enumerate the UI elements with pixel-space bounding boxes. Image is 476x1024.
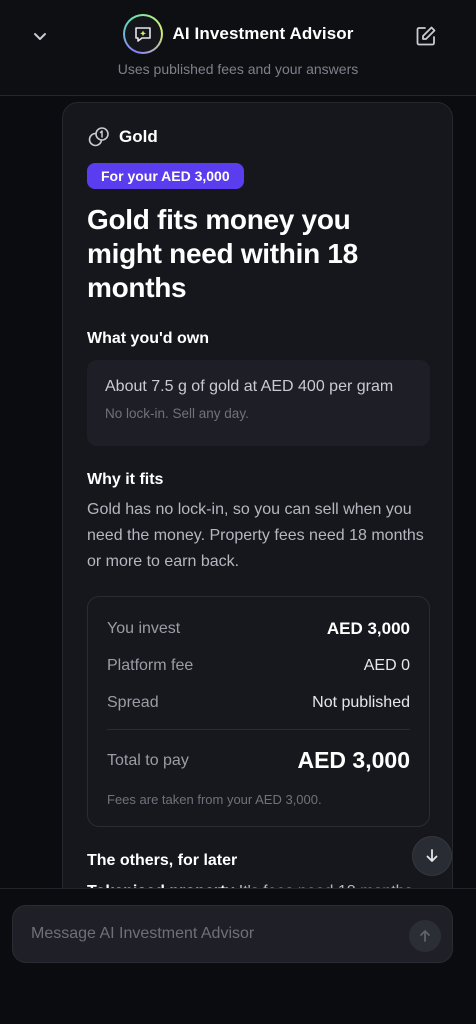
fee-divider [107, 729, 410, 730]
fee-row-invest: You invest AED 3,000 [107, 619, 410, 639]
new-chat-edit-icon[interactable] [412, 22, 440, 50]
asset-tag: Gold [87, 125, 158, 149]
platform-fee-value: AED 0 [363, 657, 410, 674]
recommendation-headline: Gold fits money you might need within 18… [87, 204, 358, 303]
why-text: Gold has no lock-in, so you can sell whe… [87, 501, 424, 570]
others-heading: The others, for later [87, 852, 238, 869]
recommendation-card: Gold For your AED 3,000 Gold fits money … [62, 102, 453, 922]
advisor-logo [122, 14, 163, 54]
total-value: AED 3,000 [297, 747, 410, 773]
fee-breakdown: You invest AED 3,000 Platform fee AED 0 … [87, 596, 430, 827]
send-button[interactable] [409, 920, 441, 952]
fee-row-platform: Platform fee AED 0 [107, 657, 410, 675]
app-subtitle: Uses published fees and your answers [117, 61, 359, 77]
ownership-amount: About 7.5 g of gold at AED 400 per gram [105, 378, 394, 395]
app-title: AI Investment Advisor [172, 24, 354, 43]
arrow-down-icon [426, 849, 438, 862]
fee-row-total: Total to pay AED 3,000 [107, 747, 410, 774]
invest-value: AED 3,000 [326, 619, 410, 638]
amount-badge: For your AED 3,000 [87, 163, 244, 189]
why-heading: Why it fits [87, 471, 164, 488]
fee-row-spread: Spread Not published [107, 694, 410, 712]
fee-note: Fees are taken from your AED 3,000. [107, 792, 322, 807]
coins-icon [88, 127, 109, 147]
invest-label: You invest [107, 620, 181, 637]
message-composer [12, 905, 453, 963]
composer-area [0, 888, 476, 1024]
total-label: Total to pay [107, 751, 189, 769]
app-header: AI Investment Advisor Uses published fee… [0, 0, 476, 96]
spread-value: Not published [312, 694, 410, 711]
arrow-up-icon [420, 930, 430, 942]
platform-fee-label: Platform fee [107, 657, 194, 674]
chat-sparkle-icon [134, 27, 151, 42]
own-heading: What you'd own [87, 330, 210, 347]
message-input[interactable] [31, 906, 401, 962]
header-title-row: AI Investment Advisor [0, 14, 476, 54]
ownership-note: No lock-in. Sell any day. [105, 406, 249, 421]
scroll-down-button[interactable] [412, 836, 452, 876]
asset-name: Gold [119, 127, 158, 146]
spread-label: Spread [107, 694, 159, 711]
ownership-box: About 7.5 g of gold at AED 400 per gram … [87, 360, 430, 446]
